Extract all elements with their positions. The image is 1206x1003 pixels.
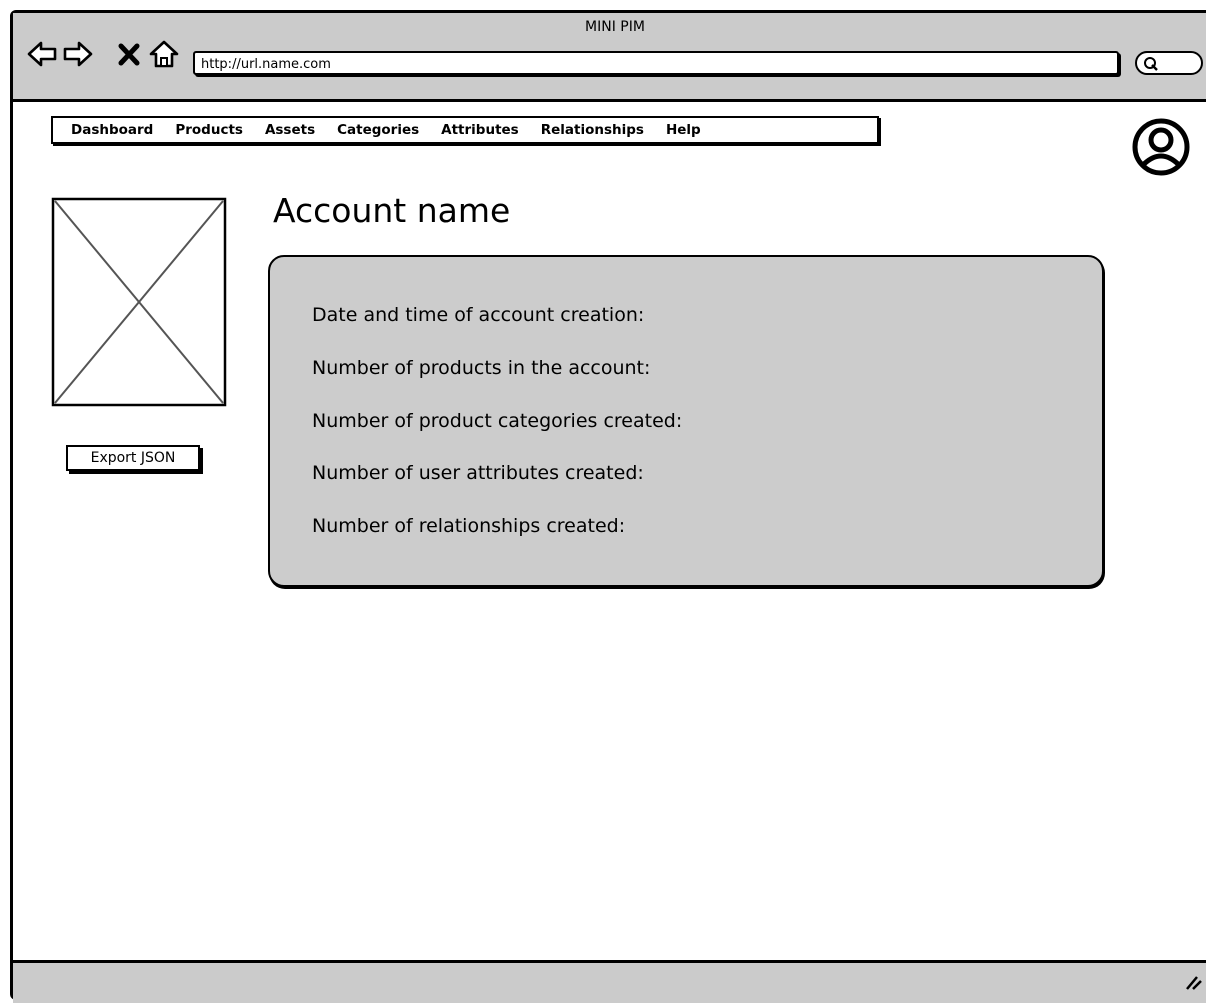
home-icon[interactable] xyxy=(149,39,179,69)
menu-item-products[interactable]: Products xyxy=(175,122,243,138)
menu-item-attributes[interactable]: Attributes xyxy=(441,122,519,138)
browser-search[interactable] xyxy=(1135,51,1203,75)
export-json-button[interactable]: Export JSON xyxy=(66,445,200,471)
resize-grip-icon[interactable] xyxy=(1183,971,1203,991)
menu-item-relationships[interactable]: Relationships xyxy=(541,122,644,138)
menu-item-categories[interactable]: Categories xyxy=(337,122,419,138)
info-creation-date: Date and time of account creation: xyxy=(312,304,645,326)
user-avatar-icon[interactable] xyxy=(1131,117,1191,177)
forward-arrow-icon[interactable] xyxy=(63,39,93,69)
url-input[interactable] xyxy=(195,54,1117,75)
search-icon xyxy=(1144,57,1158,71)
browser-window: MINI PIM Dashboard Products Assets Categ… xyxy=(10,10,1206,1003)
image-placeholder-icon xyxy=(51,197,227,407)
back-arrow-icon[interactable] xyxy=(27,39,57,69)
status-bar xyxy=(13,960,1206,1003)
page-title: Account name xyxy=(273,191,511,230)
info-relationship-count: Number of relationships created: xyxy=(312,515,626,537)
main-menu: Dashboard Products Assets Categories Att… xyxy=(51,116,879,144)
browser-toolbar: MINI PIM xyxy=(13,13,1206,102)
info-category-count: Number of product categories created: xyxy=(312,410,683,432)
menu-item-dashboard[interactable]: Dashboard xyxy=(71,122,153,138)
menu-item-assets[interactable]: Assets xyxy=(265,122,315,138)
menu-item-help[interactable]: Help xyxy=(666,122,701,138)
window-title: MINI PIM xyxy=(585,19,645,35)
account-info-panel: Date and time of account creation: Numbe… xyxy=(268,255,1104,587)
close-icon[interactable] xyxy=(117,39,141,69)
url-bar[interactable] xyxy=(193,51,1119,75)
info-product-count: Number of products in the account: xyxy=(312,357,651,379)
info-attribute-count: Number of user attributes created: xyxy=(312,462,644,484)
